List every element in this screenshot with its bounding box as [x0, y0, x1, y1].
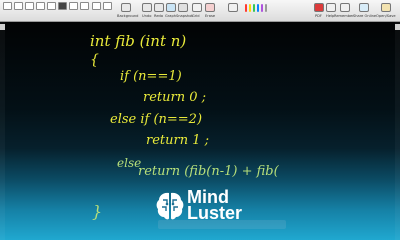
pdf-icon[interactable]: [314, 3, 324, 12]
page-icon[interactable]: [228, 3, 238, 12]
snapshot-icon[interactable]: [178, 3, 188, 12]
page-button[interactable]: [3, 2, 12, 10]
help-label: Help: [326, 14, 335, 18]
open-save-icon[interactable]: [381, 3, 391, 12]
remember-icon[interactable]: [340, 3, 350, 12]
logo-text-luster: Luster: [187, 203, 243, 223]
zoom-out-button[interactable]: [92, 2, 101, 10]
code-line-open-brace: {: [90, 52, 99, 68]
right-scrollbar[interactable]: [395, 22, 400, 240]
share-label: Share Online: [353, 14, 377, 18]
grid-label: Grid: [192, 14, 200, 18]
brain-icon: [156, 192, 184, 220]
erase-icon[interactable]: [205, 3, 215, 12]
code-line-return-0: return 0 ;: [143, 90, 207, 105]
erase-label: Erase: [205, 14, 216, 18]
left-scrollbar[interactable]: [0, 22, 5, 240]
page-button[interactable]: [25, 2, 34, 10]
undo-label: Undo: [142, 14, 152, 18]
scroll-up-arrow-icon[interactable]: [0, 24, 5, 30]
view-controls: [58, 2, 89, 10]
code-line-signature: int fib (int n): [90, 32, 187, 50]
snapshot-label: Snapshot: [176, 14, 193, 18]
code-line-return-1: return 1 ;: [146, 133, 210, 148]
redo-label: Redo: [154, 14, 164, 18]
undo-icon[interactable]: [142, 3, 152, 12]
zoom-in-button[interactable]: [103, 2, 112, 10]
green-pen-icon[interactable]: [253, 4, 255, 12]
code-line-close-brace: }: [92, 202, 103, 221]
blue-pen-icon[interactable]: [257, 4, 259, 12]
grid-icon[interactable]: [192, 3, 202, 12]
zoom-controls: [92, 2, 112, 10]
pdf-label: PDF: [315, 14, 323, 18]
open-save-label: Open/Save: [376, 14, 396, 18]
page-button[interactable]: [36, 2, 45, 10]
remember-label: Remember: [334, 14, 354, 18]
code-line-else-if: else if (n==2): [110, 112, 203, 127]
help-icon[interactable]: [326, 3, 336, 12]
graph-icon[interactable]: [166, 3, 176, 12]
purple-pen-icon[interactable]: [261, 4, 263, 12]
view-button[interactable]: [69, 2, 78, 10]
share-icon[interactable]: [359, 3, 369, 12]
page-button[interactable]: [47, 2, 56, 10]
view-button[interactable]: [80, 2, 89, 10]
background-icon[interactable]: [121, 3, 131, 12]
code-line-recursive-return: return (fib(n-1) + fib(: [138, 164, 279, 179]
redo-icon[interactable]: [154, 3, 164, 12]
red-pen-icon[interactable]: [245, 4, 247, 12]
background-label: Background: [117, 14, 139, 18]
page-button[interactable]: [14, 2, 23, 10]
graph-label: Graph: [165, 14, 177, 18]
code-line-if: if (n==1): [120, 69, 182, 84]
scroll-up-arrow-icon[interactable]: [395, 24, 400, 30]
page-controls: [3, 2, 56, 10]
yellow-pen-icon[interactable]: [249, 4, 251, 12]
view-button[interactable]: [58, 2, 67, 10]
toolbar: Background Undo Redo Graph Snapshot Grid…: [0, 0, 400, 22]
white-pen-icon[interactable]: [265, 4, 267, 12]
